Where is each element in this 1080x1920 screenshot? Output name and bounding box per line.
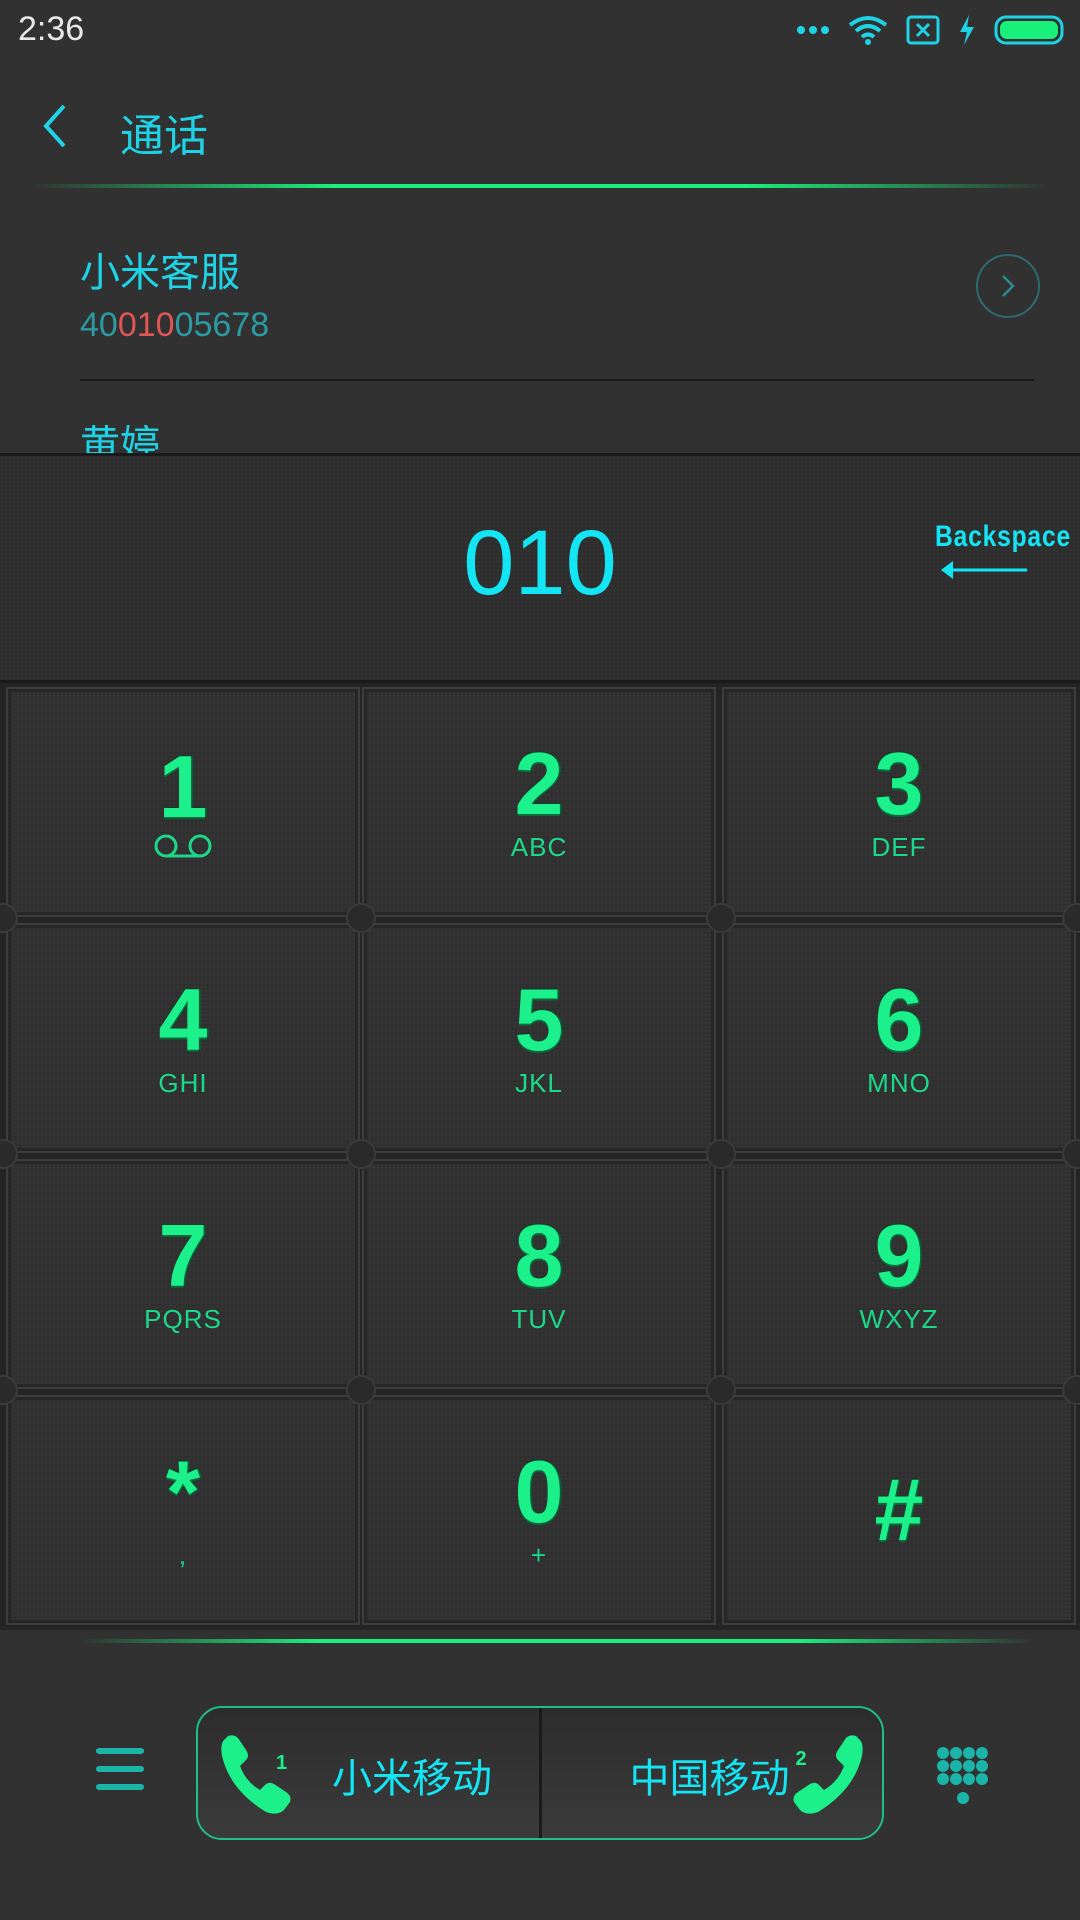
key-letters: ABC (510, 831, 568, 862)
key-star[interactable]: * , (6, 1395, 360, 1625)
key-7[interactable]: 7 PQRS (6, 1159, 360, 1389)
call-sim1-button[interactable]: 1 小米移动 (198, 1708, 539, 1838)
key-digit: 8 (514, 1205, 564, 1305)
charging-icon (960, 15, 974, 45)
key-1[interactable]: 1 (6, 687, 360, 917)
sim-number: 1 (276, 1752, 288, 1774)
key-letters: GHI (158, 1067, 208, 1098)
back-button[interactable] (40, 102, 80, 158)
call-sim2-label: 中国移动 (629, 1756, 790, 1802)
key-letters: WXYZ (859, 1303, 939, 1334)
contact-name: 黄婷 (80, 425, 160, 455)
key-digit: 7 (158, 1205, 208, 1305)
menu-icon-bar (96, 1784, 144, 1790)
battery-icon (994, 15, 1064, 45)
key-4[interactable]: 4 GHI (6, 923, 360, 1153)
no-sim-icon (906, 15, 940, 45)
keypad-joint (346, 903, 376, 933)
key-letters: + (530, 1539, 548, 1570)
status-time: 2:36 (18, 10, 85, 48)
key-digit: 2 (514, 733, 564, 833)
key-9[interactable]: 9 WXYZ (722, 1159, 1076, 1389)
keypad-joint (706, 1375, 736, 1405)
key-letters: , (178, 1539, 188, 1570)
key-letters: MNO (867, 1067, 931, 1098)
key-digit: # (874, 1460, 924, 1559)
key-digit: 1 (158, 737, 208, 836)
keypad-joint (706, 903, 736, 933)
call-buttons: 1 小米移动 中国移动 2 (196, 1706, 884, 1840)
contact-name: 小米客服 (80, 250, 240, 296)
voicemail-icon (154, 834, 212, 858)
keypad-joint (346, 1375, 376, 1405)
dialed-number-input[interactable]: 010 (0, 511, 1080, 616)
number-prefix: 40 (80, 306, 118, 344)
number-suffix: 05678 (174, 306, 270, 344)
key-3[interactable]: 3 DEF (722, 687, 1076, 917)
key-6[interactable]: 6 MNO (722, 923, 1076, 1153)
key-digit: 3 (874, 733, 924, 833)
menu-icon (96, 1748, 144, 1754)
key-digit: 9 (874, 1205, 924, 1305)
header-divider (30, 184, 1050, 188)
bottom-divider (80, 1639, 1034, 1643)
backspace-label: Backspace (935, 520, 1071, 553)
key-letters: DEF (871, 831, 927, 862)
chevron-right-icon (1002, 275, 1015, 297)
key-digit: 4 (158, 969, 208, 1069)
key-2[interactable]: 2 ABC (362, 687, 716, 917)
key-digit: 6 (874, 969, 924, 1069)
contact-result-item[interactable]: 小米客服 4001005678 (80, 240, 1040, 345)
key-digit: * (165, 1441, 201, 1541)
dial-keypad: 1 2 ABC 3 DEF 4 GHI 5 JKL 6 MNO 7 PQRS 8… (0, 683, 1080, 1630)
key-hash[interactable]: # (722, 1395, 1076, 1625)
contact-result-item[interactable]: 黄婷 (80, 425, 1040, 455)
call-sim2-button[interactable]: 中国移动 2 (538, 1708, 882, 1838)
key-5[interactable]: 5 JKL (362, 923, 716, 1153)
status-icons (796, 12, 1066, 48)
key-0[interactable]: 0 + (362, 1395, 716, 1625)
key-letters: TUV (511, 1303, 567, 1334)
key-letters: PQRS (144, 1303, 222, 1334)
more-dots-icon (797, 26, 829, 34)
key-8[interactable]: 8 TUV (362, 1159, 716, 1389)
call-sim1-label: 小米移动 (332, 1756, 492, 1802)
contact-number: 4001005678 (80, 306, 1040, 345)
phone-icon (221, 1735, 291, 1814)
key-digit: 0 (514, 1441, 564, 1541)
keypad-toggle-button[interactable] (936, 1746, 990, 1806)
chevron-left-icon (43, 104, 66, 148)
keypad-joint (706, 1139, 736, 1169)
number-match-highlight: 010 (117, 306, 175, 344)
arrow-left-icon (941, 561, 1027, 579)
wifi-icon (848, 16, 888, 45)
key-digit: 5 (514, 969, 564, 1069)
contact-detail-button[interactable] (976, 254, 1040, 318)
status-bar: 2:36 (0, 0, 1080, 60)
menu-button[interactable] (96, 1748, 146, 1792)
page-title: 通话 (120, 111, 208, 162)
menu-icon-bar (96, 1766, 144, 1772)
dial-display: 010 Backspace (0, 453, 1080, 683)
contact-divider (80, 379, 1034, 381)
key-letters: JKL (515, 1067, 563, 1098)
keypad-joint (346, 1139, 376, 1169)
header: 通话 (0, 80, 1080, 180)
backspace-button[interactable]: Backspace (935, 520, 1071, 590)
phone-icon (793, 1735, 863, 1814)
dialpad-icon (937, 1747, 988, 1804)
